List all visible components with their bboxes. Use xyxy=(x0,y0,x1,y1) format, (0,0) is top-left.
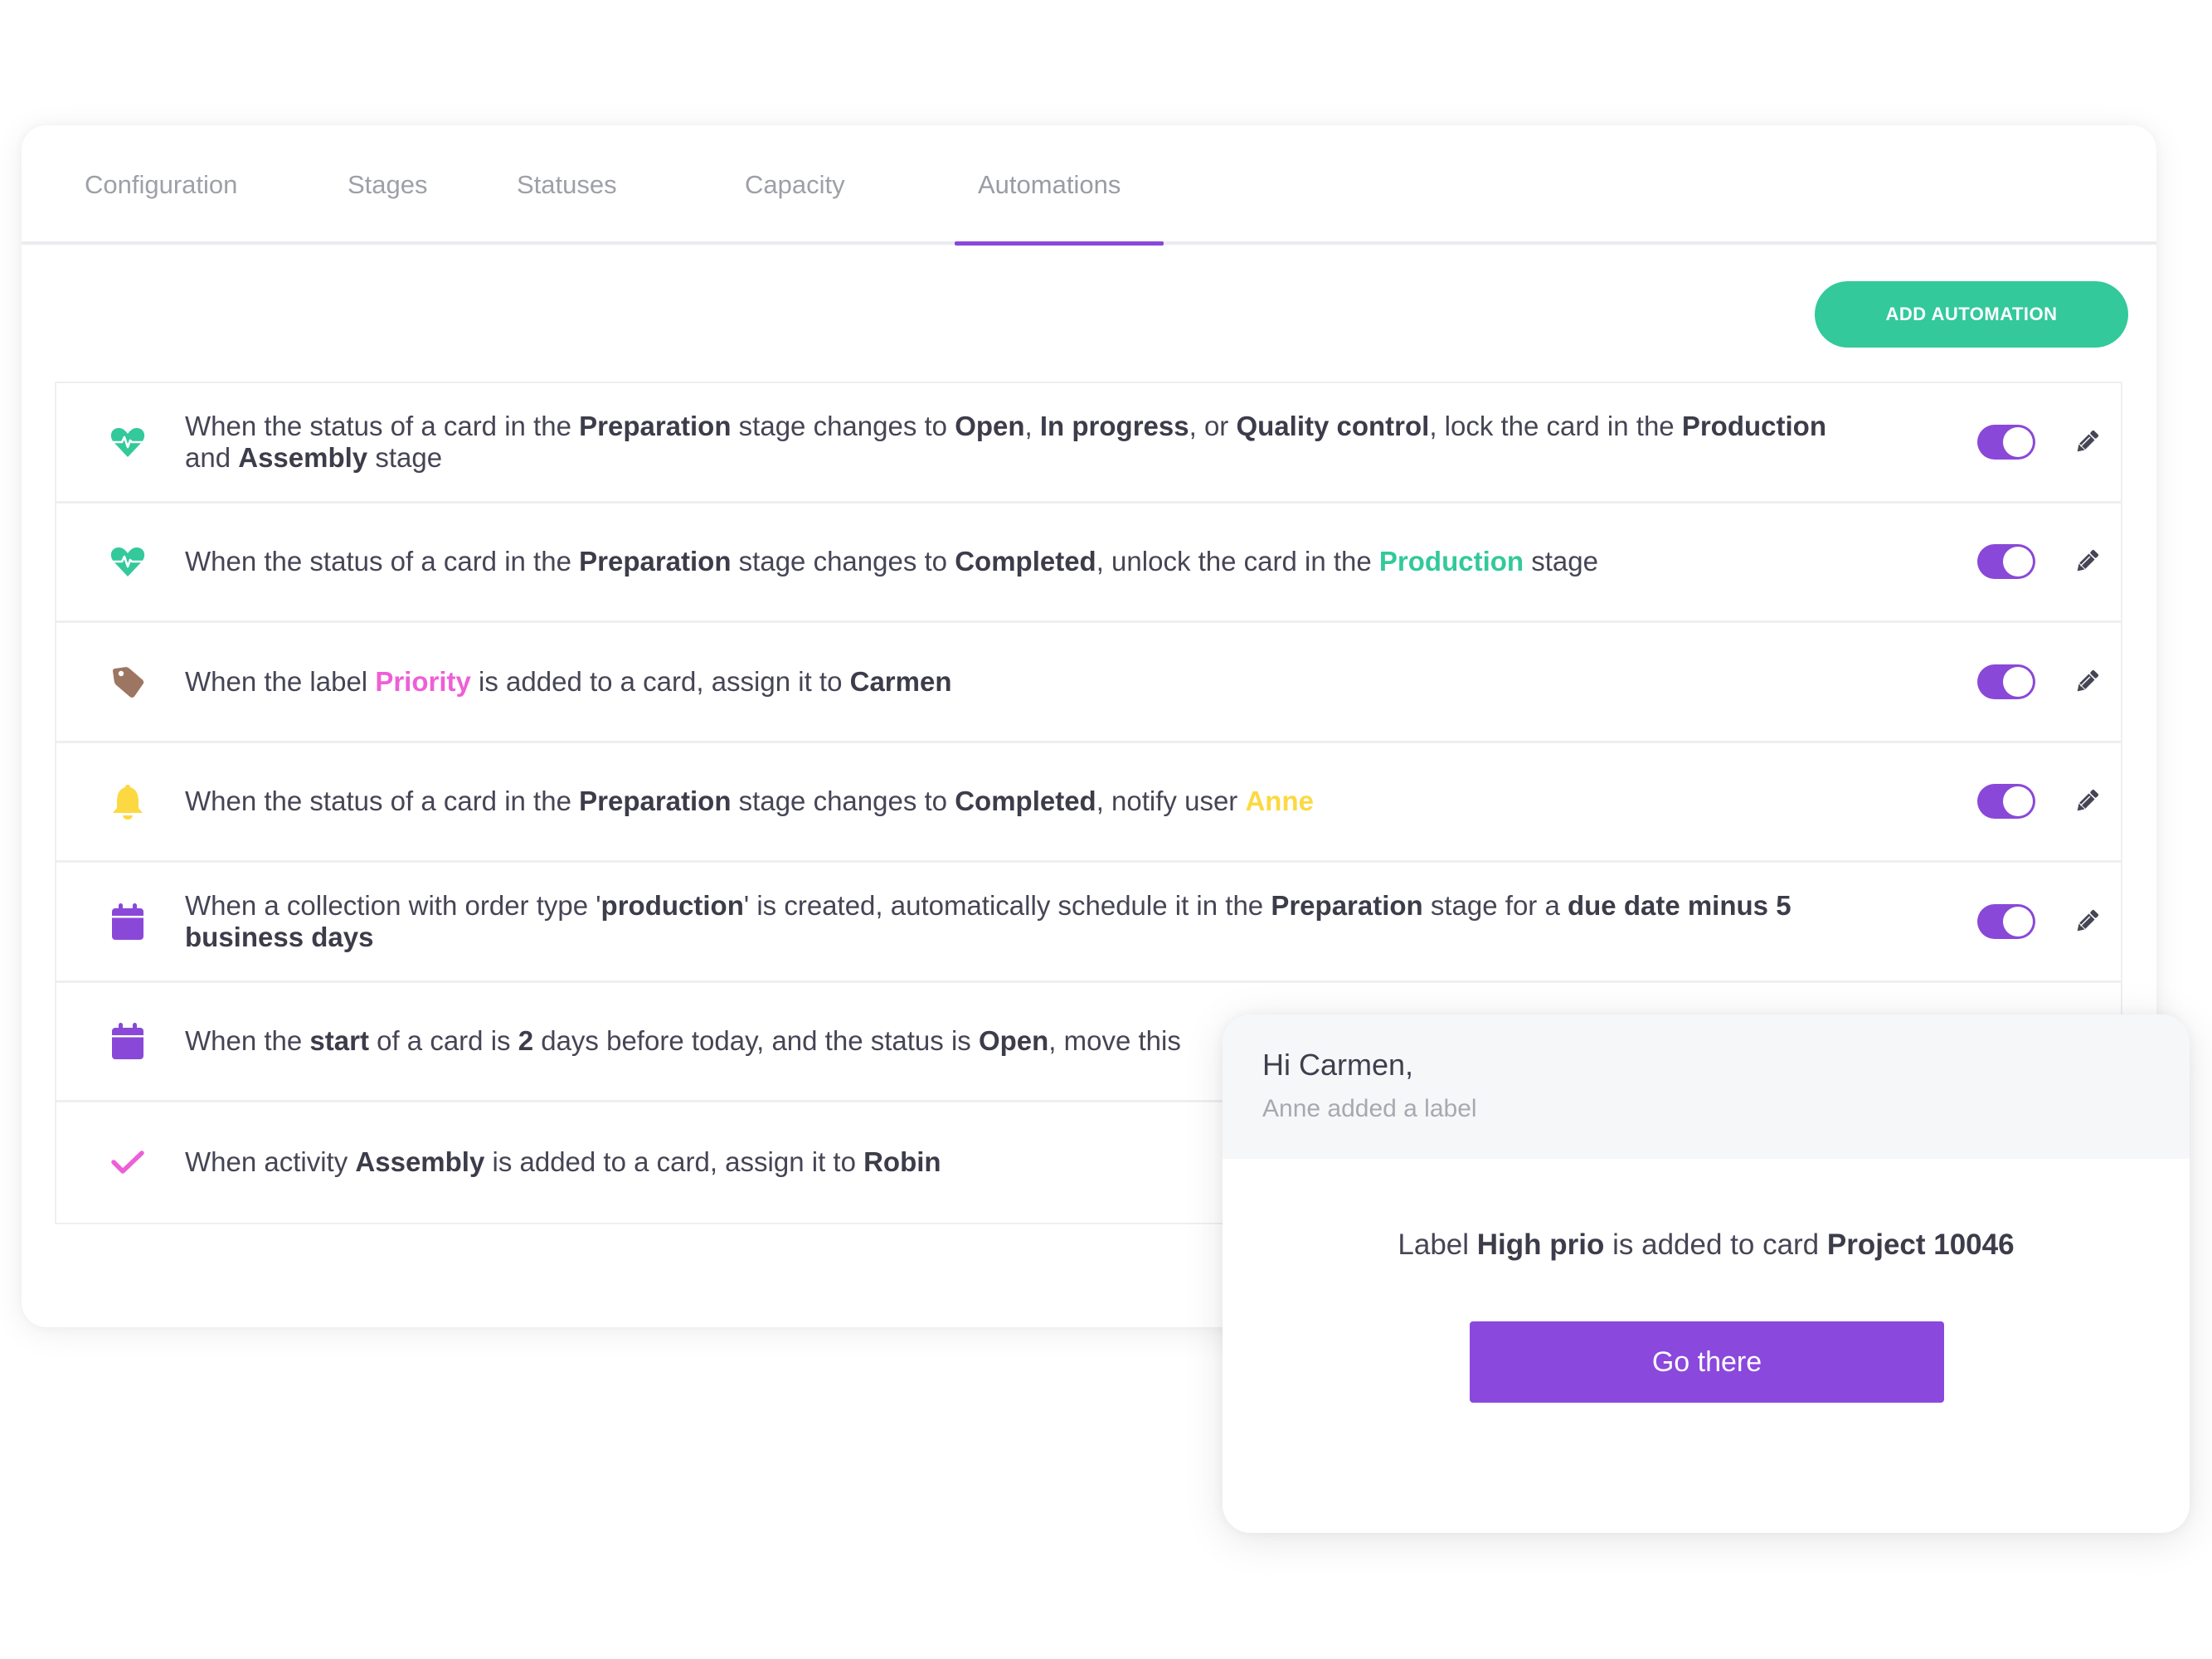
highlight-text: Anne xyxy=(1245,786,1314,817)
text-segment: stage for a xyxy=(1422,889,1568,921)
bell-icon xyxy=(108,781,148,821)
automation-enabled-toggle[interactable] xyxy=(1977,544,2035,580)
automation-enabled-toggle[interactable] xyxy=(1977,664,2035,699)
text-segment: stage xyxy=(1524,546,1598,577)
text-segment: is added to a card, assign it to xyxy=(484,1146,864,1178)
text-segment: days before today, and the status is xyxy=(533,1025,979,1057)
text-segment: stage changes to xyxy=(731,410,955,441)
text-segment: , xyxy=(1024,410,1040,441)
highlight-text: Production xyxy=(1378,546,1524,577)
emphasis-text: Assembly xyxy=(238,441,368,473)
check-icon xyxy=(108,1142,148,1182)
emphasis-text: Preparation xyxy=(579,410,732,441)
calendar-icon xyxy=(108,902,148,941)
active-tab-indicator xyxy=(955,241,1164,246)
calendar-icon xyxy=(108,1021,148,1061)
pencil-icon[interactable] xyxy=(2070,665,2103,698)
emphasis-text: Assembly xyxy=(355,1146,485,1178)
notification-message: Label High prio is added to card Project… xyxy=(1223,1228,2190,1262)
emphasis-text: Open xyxy=(955,410,1025,441)
emphasis-text: High prio xyxy=(1476,1228,1605,1261)
automation-enabled-toggle[interactable] xyxy=(1977,424,2035,460)
tag-icon xyxy=(108,662,148,702)
text-segment: When the status of a card in the xyxy=(185,546,580,577)
notification-header: Hi Carmen, Anne added a label xyxy=(1223,1014,2190,1159)
automation-enabled-toggle[interactable] xyxy=(1977,784,2035,820)
emphasis-text: start xyxy=(309,1025,369,1057)
text-segment: Label xyxy=(1398,1228,1477,1261)
text-segment: When the xyxy=(185,1025,310,1057)
automation-description: When the status of a card in the Prepara… xyxy=(185,786,1872,817)
emphasis-text: Carmen xyxy=(849,665,952,697)
heartbeat-icon xyxy=(108,542,148,581)
automation-row: When the status of a card in the Prepara… xyxy=(56,504,2121,623)
highlight-text: Priority xyxy=(375,665,471,697)
emphasis-text: Open xyxy=(978,1025,1049,1057)
tab-capacity[interactable]: Capacity xyxy=(745,125,845,245)
emphasis-text: Completed xyxy=(955,786,1096,817)
automation-description: When the label Priority is added to a ca… xyxy=(185,666,1872,698)
tab-automations[interactable]: Automations xyxy=(978,125,1121,245)
toggle-knob xyxy=(2003,906,2033,937)
emphasis-text: production xyxy=(600,889,744,921)
toggle-knob xyxy=(2003,666,2033,697)
automation-row: When a collection with order type 'produ… xyxy=(56,863,2121,983)
text-segment: ' is created, automatically schedule it … xyxy=(743,889,1271,921)
emphasis-text: Project 10046 xyxy=(1826,1228,2015,1261)
toggle-knob xyxy=(2003,786,2033,817)
pencil-icon[interactable] xyxy=(2070,426,2103,459)
text-segment: , move this xyxy=(1048,1025,1181,1057)
notification-greeting: Hi Carmen, xyxy=(1262,1048,1414,1082)
emphasis-text: 2 xyxy=(518,1025,534,1057)
automation-row: When the label Priority is added to a ca… xyxy=(56,623,2121,743)
pencil-icon[interactable] xyxy=(2070,545,2103,578)
text-segment: , lock the card in the xyxy=(1429,410,1682,441)
emphasis-text: In progress xyxy=(1039,410,1189,441)
notification-popup: Hi Carmen, Anne added a label Label High… xyxy=(1223,1014,2190,1533)
emphasis-text: Preparation xyxy=(579,546,732,577)
emphasis-text: Completed xyxy=(955,546,1096,577)
emphasis-text: Robin xyxy=(863,1146,941,1178)
automation-row: When the status of a card in the Prepara… xyxy=(56,383,2121,504)
text-segment: of a card is xyxy=(368,1025,518,1057)
toggle-knob xyxy=(2003,426,2033,457)
text-segment: stage changes to xyxy=(731,546,955,577)
pencil-icon[interactable] xyxy=(2070,905,2103,938)
text-segment: stage changes to xyxy=(731,786,955,817)
text-segment: When the label xyxy=(185,665,376,697)
text-segment: When activity xyxy=(185,1146,356,1178)
tab-stages[interactable]: Stages xyxy=(348,125,428,245)
automation-description: When the status of a card in the Prepara… xyxy=(185,546,1872,577)
text-segment: and xyxy=(185,441,239,473)
tab-bar: Configuration Stages Statuses Capacity A… xyxy=(22,125,2156,246)
automation-row: When the status of a card in the Prepara… xyxy=(56,743,2121,863)
text-segment: is added to a card, assign it to xyxy=(470,665,850,697)
tab-statuses[interactable]: Statuses xyxy=(517,125,617,245)
pencil-icon[interactable] xyxy=(2070,785,2103,818)
text-segment: , or xyxy=(1189,410,1237,441)
go-there-button[interactable]: Go there xyxy=(1470,1321,1944,1403)
text-segment: When the status of a card in the xyxy=(185,410,580,441)
text-segment: , unlock the card in the xyxy=(1096,546,1379,577)
text-segment: When the status of a card in the xyxy=(185,786,580,817)
text-segment: When a collection with order type ' xyxy=(185,889,601,921)
text-segment: stage xyxy=(367,441,443,473)
toggle-knob xyxy=(2003,547,2033,577)
notification-subtitle: Anne added a label xyxy=(1262,1095,1477,1122)
emphasis-text: Production xyxy=(1681,410,1826,441)
text-segment: is added to card xyxy=(1604,1228,1827,1261)
automation-description: When the status of a card in the Prepara… xyxy=(185,411,1872,474)
emphasis-text: Preparation xyxy=(1271,889,1423,921)
automation-enabled-toggle[interactable] xyxy=(1977,903,2035,939)
emphasis-text: Quality control xyxy=(1236,410,1430,441)
automation-description: When a collection with order type 'produ… xyxy=(185,890,1872,953)
tab-configuration[interactable]: Configuration xyxy=(85,125,237,245)
add-automation-button[interactable]: ADD AUTOMATION xyxy=(1815,281,2128,348)
emphasis-text: Preparation xyxy=(579,786,732,817)
heartbeat-icon xyxy=(108,422,148,462)
text-segment: , notify user xyxy=(1096,786,1246,817)
